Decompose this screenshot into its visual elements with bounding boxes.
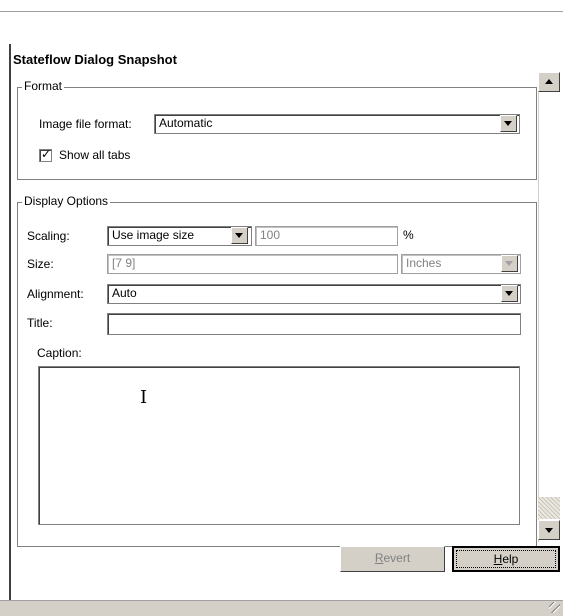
image-format-label: Image file format:	[39, 117, 132, 131]
scaling-percent-input[interactable]: 100	[255, 226, 398, 246]
show-all-tabs-checkbox[interactable]: ✓	[39, 147, 52, 162]
scroll-thumb[interactable]	[538, 497, 560, 519]
left-edge-divider	[9, 44, 11, 610]
scroll-down-button[interactable]	[538, 520, 560, 540]
help-button[interactable]: Help	[452, 546, 560, 572]
chevron-down-icon	[504, 121, 512, 126]
show-all-tabs-label: Show all tabs	[59, 148, 131, 162]
caption-textarea[interactable]: I	[38, 366, 520, 525]
size-label: Size:	[27, 257, 54, 271]
image-format-dropdown-button[interactable]	[500, 115, 517, 132]
title-input[interactable]	[107, 313, 521, 335]
caption-label: Caption:	[37, 346, 82, 360]
alignment-label: Alignment:	[27, 287, 84, 301]
help-label-rest: elp	[502, 552, 519, 566]
scaling-percent-value: 100	[260, 228, 281, 242]
display-options-legend: Display Options	[22, 194, 111, 208]
format-group-legend: Format	[22, 79, 65, 93]
status-bar	[0, 600, 563, 616]
size-input[interactable]: [7 9]	[107, 254, 398, 274]
revert-button[interactable]: Revert	[340, 546, 445, 572]
arrow-down-icon	[545, 528, 553, 533]
scaling-dropdown-button[interactable]	[231, 227, 248, 244]
title-label: Title:	[27, 316, 53, 330]
size-value: [7 9]	[112, 256, 136, 270]
scaling-label: Scaling:	[27, 229, 70, 243]
top-divider	[0, 11, 563, 12]
scroll-up-button[interactable]	[538, 72, 560, 92]
chevron-down-icon	[505, 261, 513, 266]
alignment-select[interactable]: Auto	[107, 284, 521, 304]
check-icon: ✓	[41, 147, 52, 161]
scaling-value: Use image size	[112, 228, 195, 242]
alignment-dropdown-button[interactable]	[501, 285, 518, 302]
text-cursor-icon: I	[140, 387, 148, 408]
chevron-down-icon	[235, 233, 243, 238]
image-format-select[interactable]: Automatic	[154, 114, 520, 134]
chevron-down-icon	[505, 291, 513, 296]
revert-label-rest: evert	[383, 551, 411, 565]
dialog-title: Stateflow Dialog Snapshot	[13, 52, 177, 67]
resize-grip-icon[interactable]	[549, 602, 560, 613]
vertical-scrollbar[interactable]	[538, 72, 560, 542]
image-format-value: Automatic	[159, 116, 213, 130]
alignment-value: Auto	[112, 286, 137, 300]
size-units-value: Inches	[406, 256, 442, 270]
size-units-dropdown-button[interactable]	[501, 255, 518, 272]
arrow-up-icon	[545, 79, 553, 84]
percent-symbol: %	[403, 228, 414, 242]
